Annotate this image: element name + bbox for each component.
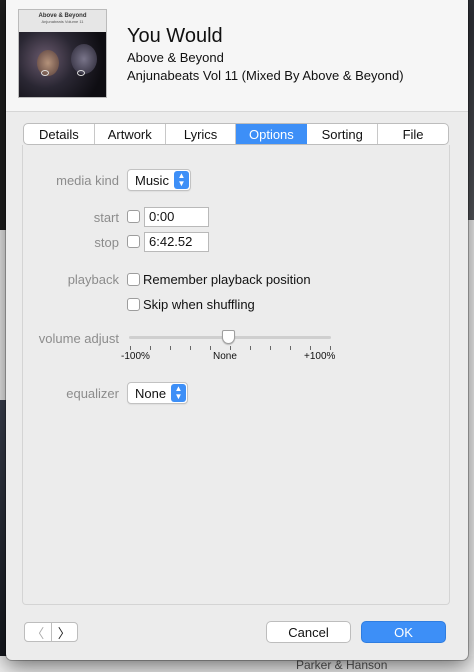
remember-position-checkbox[interactable] [127, 273, 140, 286]
skip-shuffling-label[interactable]: Skip when shuffling [143, 297, 255, 312]
media-kind-value: Music [135, 172, 169, 188]
slider-tick [210, 346, 211, 350]
equalizer-label: equalizer [66, 386, 119, 401]
dialog-header: Above & Beyond Anjunabeats Volume 11 You… [6, 0, 468, 112]
slider-tick [190, 346, 191, 350]
track-navigation: 〈 〉 [24, 622, 78, 642]
tab-details[interactable]: Details [24, 124, 95, 144]
slider-tick [170, 346, 171, 350]
artwork-band-subtitle: Anjunabeats Volume 11 [41, 19, 84, 24]
tab-file[interactable]: File [378, 124, 448, 144]
chevron-left-icon[interactable]: 〈 [25, 623, 52, 641]
slider-tick [250, 346, 251, 350]
artwork-eye-icon [41, 70, 49, 76]
album-artwork: Above & Beyond Anjunabeats Volume 11 [18, 9, 107, 98]
chevron-right-icon[interactable]: 〉 [52, 623, 78, 641]
slider-tick [290, 346, 291, 350]
volume-min-label: -100% [121, 351, 150, 362]
slider-tick [150, 346, 151, 350]
background-track-artist: Parker & Hanson [296, 658, 388, 672]
slider-tick [310, 346, 311, 350]
artwork-eye-icon [77, 70, 85, 76]
playback-label: playback [67, 272, 119, 287]
select-stepper-icon: ▲ ▼ [174, 171, 189, 189]
volume-max-label: +100% [304, 351, 336, 362]
volume-mid-label: None [213, 351, 237, 362]
slider-tick [130, 346, 131, 350]
volume-slider-knob[interactable] [222, 330, 235, 344]
remember-position-label[interactable]: Remember playback position [143, 272, 311, 287]
media-kind-label: media kind [56, 173, 119, 188]
equalizer-value: None [135, 385, 167, 401]
ok-button[interactable]: OK [361, 621, 446, 643]
media-kind-select[interactable]: Music ▲ ▼ [127, 169, 191, 191]
slider-tick [330, 346, 331, 350]
stop-label: stop [94, 235, 119, 250]
volume-adjust-label: volume adjust [38, 331, 119, 346]
tab-sorting[interactable]: Sorting [307, 124, 379, 144]
tab-bar: Details Artwork Lyrics Options Sorting F… [23, 123, 449, 145]
select-stepper-icon: ▲ ▼ [171, 384, 186, 402]
artwork-band: Above & Beyond Anjunabeats Volume 11 [19, 10, 106, 32]
slider-tick [270, 346, 271, 350]
start-label: start [93, 210, 119, 225]
cancel-button[interactable]: Cancel [266, 621, 351, 643]
track-album: Anjunabeats Vol 11 (Mixed By Above & Bey… [127, 68, 404, 83]
stop-checkbox[interactable] [127, 235, 140, 248]
tab-options[interactable]: Options [236, 124, 308, 144]
start-checkbox[interactable] [127, 210, 140, 223]
track-title: You Would [127, 25, 223, 47]
song-info-dialog: Above & Beyond Anjunabeats Volume 11 You… [6, 0, 468, 660]
start-time-field[interactable]: 0:00 [144, 207, 209, 227]
stop-time-field[interactable]: 6:42.52 [144, 232, 209, 252]
skip-shuffling-checkbox[interactable] [127, 298, 140, 311]
slider-tick [230, 346, 231, 350]
tab-artwork[interactable]: Artwork [95, 124, 166, 144]
artwork-figure [71, 44, 97, 74]
tab-lyrics[interactable]: Lyrics [166, 124, 237, 144]
track-artist: Above & Beyond [127, 50, 224, 65]
equalizer-select[interactable]: None ▲ ▼ [127, 382, 188, 404]
